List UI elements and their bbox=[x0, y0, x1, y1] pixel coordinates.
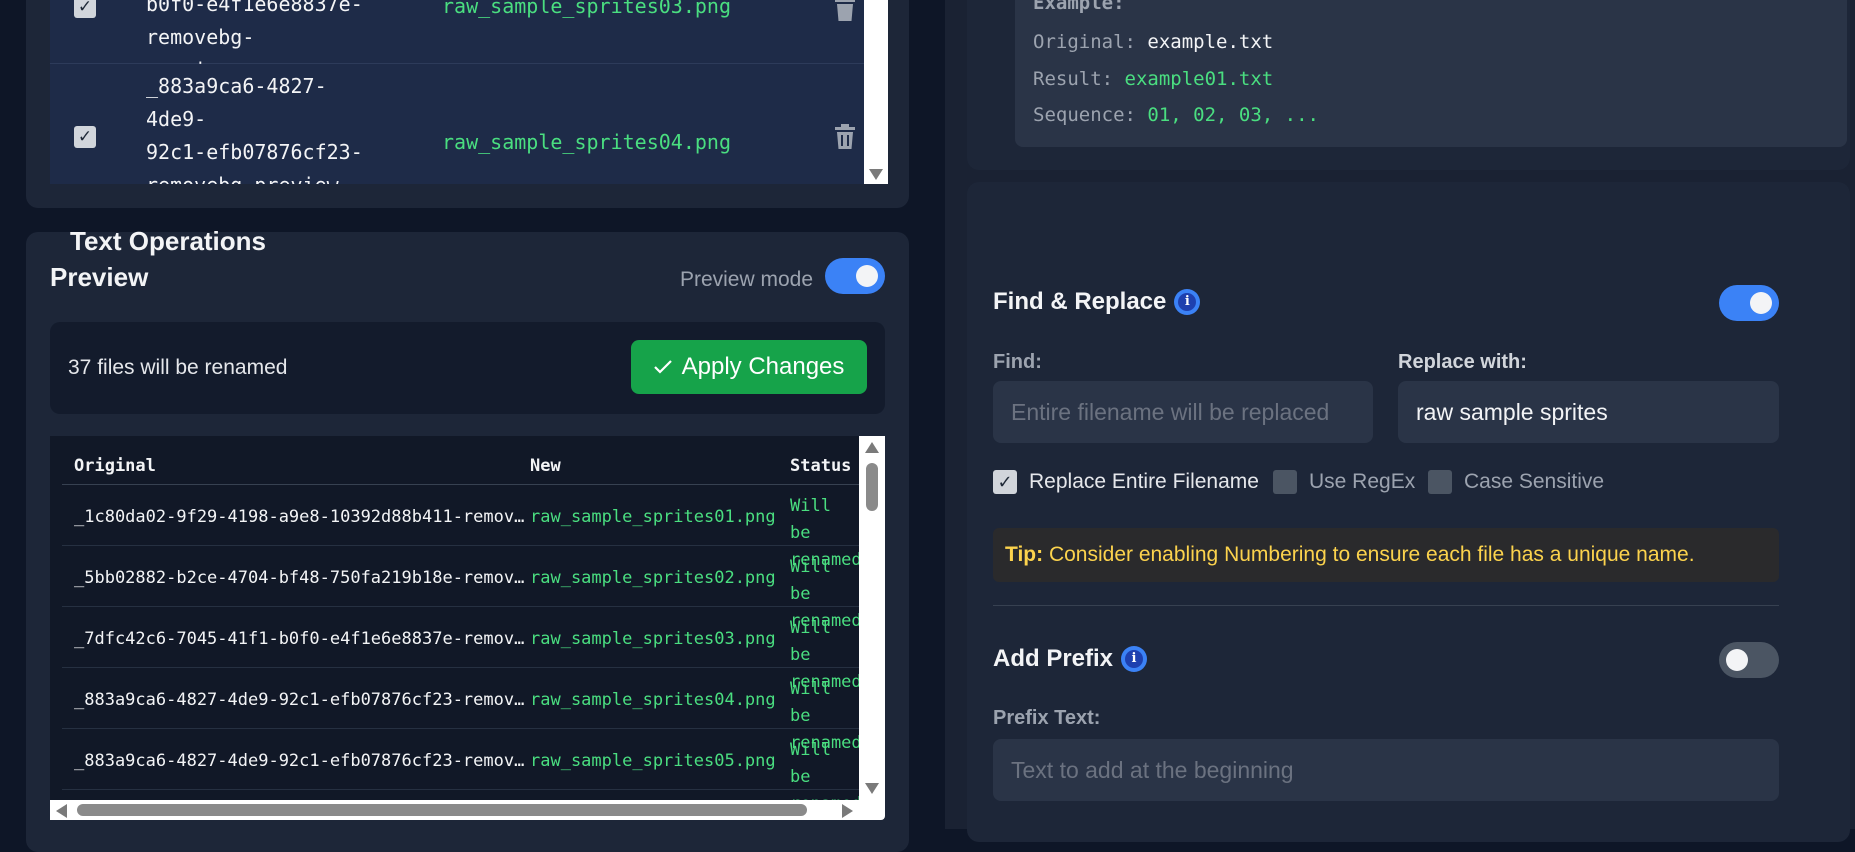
cell-original: _7dfc42c6-7045-41f1-b0f0-e4f1e6e8837e-re… bbox=[74, 629, 534, 649]
scroll-down-arrow-icon[interactable] bbox=[865, 783, 879, 794]
preview-mode-label: Preview mode bbox=[679, 268, 813, 291]
file-original-name: _883a9ca6-4827-4de9- 92c1-efb07876cf23- … bbox=[146, 74, 363, 184]
scroll-left-arrow-icon[interactable] bbox=[56, 804, 67, 818]
tip-banner: Tip: Consider enabling Numbering to ensu… bbox=[993, 528, 1779, 582]
apply-changes-button[interactable]: Apply Changes bbox=[631, 340, 867, 394]
add-prefix-toggle[interactable] bbox=[1719, 642, 1779, 678]
toggle-knob bbox=[856, 265, 878, 287]
add-prefix-heading: Add Prefix i bbox=[993, 645, 1148, 673]
file-list-scrollbar[interactable] bbox=[864, 0, 888, 184]
preview-mode-toggle[interactable] bbox=[825, 258, 885, 294]
toggle-knob bbox=[1726, 649, 1748, 671]
column-header-status[interactable]: Status bbox=[790, 456, 859, 476]
info-icon[interactable]: i bbox=[1121, 646, 1148, 672]
table-row: _883a9ca6-4827-4de9-92c1-efb07876cf23-re… bbox=[62, 668, 859, 753]
find-label: Find: bbox=[993, 351, 1042, 373]
table-row: _883a9ca6-4827-4de9-92c1-efb07876cf23-re… bbox=[62, 729, 859, 800]
cell-original: _1c80da02-9f29-4198-a9e8-10392d88b411-re… bbox=[74, 507, 534, 527]
numbering-example: Example: Original: example.txt Result: e… bbox=[1015, 0, 1847, 147]
replace-entire-filename-checkbox[interactable]: ✓ bbox=[993, 470, 1017, 494]
cell-new: raw_sample_sprites02.png bbox=[530, 568, 776, 588]
use-regex-option[interactable]: Use RegEx bbox=[1273, 470, 1415, 494]
preview-table: Original New Status _1c80da02-9f29-4198-… bbox=[50, 436, 859, 800]
column-header-new[interactable]: New bbox=[530, 456, 561, 476]
scroll-down-arrow-icon[interactable] bbox=[869, 169, 883, 180]
table-row: _1c80da02-9f29-4198-a9e8-10392d88b411-re… bbox=[62, 485, 859, 570]
table-row: _5bb02882-b2ce-4704-bf48-750fa219b18e-re… bbox=[62, 546, 859, 631]
scrollbar-thumb[interactable] bbox=[866, 463, 878, 511]
file-new-name: raw_sample_sprites04.png bbox=[442, 130, 731, 154]
file-checkbox[interactable]: ✓ bbox=[74, 0, 96, 18]
preview-card: Preview Preview mode 37 files will be re… bbox=[26, 232, 909, 852]
section-divider bbox=[993, 605, 1779, 606]
cell-new: raw_sample_sprites01.png bbox=[530, 507, 776, 527]
replace-entire-filename-option[interactable]: ✓ Replace Entire Filename bbox=[993, 470, 1259, 494]
find-input[interactable] bbox=[993, 381, 1373, 443]
use-regex-checkbox[interactable] bbox=[1273, 470, 1297, 494]
file-row: ✓ _883a9ca6-4827-4de9- 92c1-efb07876cf23… bbox=[50, 64, 868, 184]
table-row: _7dfc42c6-7045-41f1-b0f0-e4f1e6e8837e-re… bbox=[62, 607, 859, 692]
cell-new: raw_sample_sprites03.png bbox=[530, 629, 776, 649]
scrollbar-thumb[interactable] bbox=[77, 804, 807, 816]
replace-label: Replace with: bbox=[1398, 351, 1527, 373]
case-sensitive-checkbox[interactable] bbox=[1428, 470, 1452, 494]
file-list-card: ✓ b0f0-e4f1e6e8837e- removebg-preview.pn… bbox=[26, 0, 909, 208]
file-checkbox[interactable]: ✓ bbox=[74, 126, 96, 148]
numbering-card: Example: Original: example.txt Result: e… bbox=[967, 0, 1850, 170]
preview-table-container: Original New Status _1c80da02-9f29-4198-… bbox=[50, 436, 885, 820]
cell-original: _883a9ca6-4827-4de9-92c1-efb07876cf23-re… bbox=[74, 690, 534, 710]
file-new-name: raw_sample_sprites03.png bbox=[442, 0, 731, 18]
replace-input[interactable] bbox=[1398, 381, 1779, 443]
table-horizontal-scrollbar[interactable] bbox=[50, 800, 859, 820]
text-operations-title: Text Operations bbox=[70, 226, 267, 256]
toggle-knob bbox=[1750, 292, 1772, 314]
scroll-right-arrow-icon[interactable] bbox=[842, 804, 853, 818]
example-result: Result: example01.txt bbox=[1033, 68, 1274, 90]
prefix-input[interactable] bbox=[993, 739, 1779, 801]
find-replace-heading: Find & Replace i bbox=[993, 288, 1201, 316]
file-list[interactable]: ✓ b0f0-e4f1e6e8837e- removebg-preview.pn… bbox=[50, 0, 868, 184]
column-header-original[interactable]: Original bbox=[74, 456, 156, 476]
cell-new: raw_sample_sprites05.png bbox=[530, 751, 776, 771]
file-row: ✓ b0f0-e4f1e6e8837e- removebg-preview.pn… bbox=[50, 0, 868, 82]
trash-icon[interactable] bbox=[834, 124, 856, 150]
example-sequence: Sequence: 01, 02, 03, ... bbox=[1033, 104, 1319, 126]
cell-original: _883a9ca6-4827-4de9-92c1-efb07876cf23-re… bbox=[74, 751, 534, 771]
rename-summary-bar: 37 files will be renamed Apply Changes bbox=[50, 322, 885, 414]
checkmark-icon bbox=[653, 360, 672, 374]
find-replace-toggle[interactable] bbox=[1719, 285, 1779, 321]
table-vertical-scrollbar[interactable] bbox=[859, 436, 885, 800]
apply-changes-label: Apply Changes bbox=[681, 353, 845, 380]
cell-original: _5bb02882-b2ce-4704-bf48-750fa219b18e-re… bbox=[74, 568, 534, 588]
cell-new: raw_sample_sprites04.png bbox=[530, 690, 776, 710]
trash-icon[interactable] bbox=[834, 0, 856, 22]
rename-count: 37 files will be renamed bbox=[68, 356, 288, 379]
preview-title: Preview bbox=[50, 262, 149, 292]
example-heading: Example: bbox=[1033, 0, 1125, 14]
example-original: Original: example.txt bbox=[1033, 31, 1274, 53]
prefix-text-label: Prefix Text: bbox=[993, 707, 1101, 729]
left-column: ✓ b0f0-e4f1e6e8837e- removebg-preview.pn… bbox=[26, 0, 909, 852]
case-sensitive-option[interactable]: Case Sensitive bbox=[1428, 470, 1604, 494]
cell-status: Will be renamed bbox=[790, 740, 859, 800]
info-icon[interactable]: i bbox=[1174, 289, 1201, 315]
scroll-up-arrow-icon[interactable] bbox=[865, 442, 879, 453]
